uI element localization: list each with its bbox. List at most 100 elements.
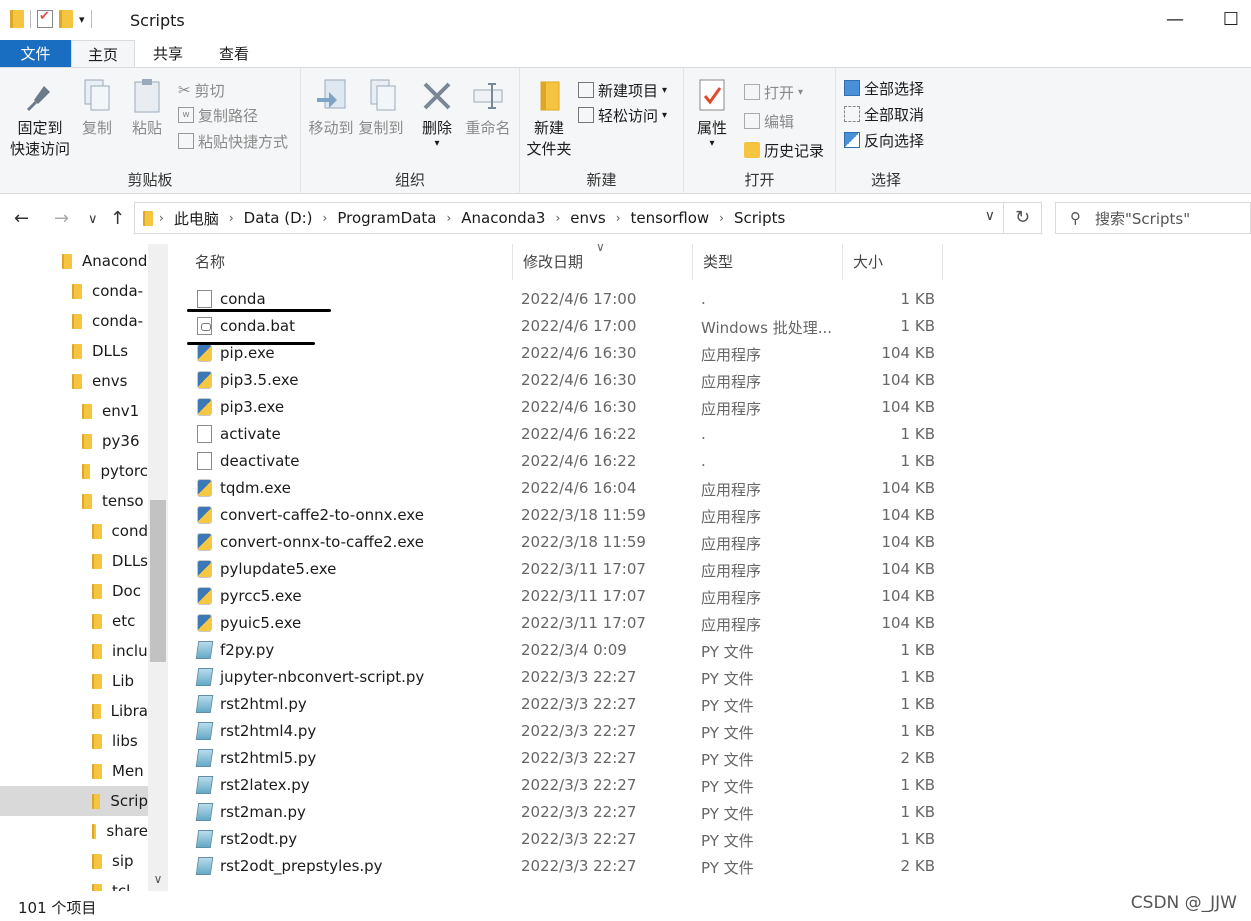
file-row[interactable]: f2py.py 2022/3/4 0:09 PY 文件 1 KB [185, 637, 945, 664]
file-row[interactable]: deactivate 2022/4/6 16:22. 1 KB [185, 448, 945, 475]
file-row[interactable]: convert-caffe2-to-onnx.exe 2022/3/18 11:5… [185, 502, 945, 529]
sidebar-item[interactable]: libs [0, 726, 148, 756]
column-header-type[interactable]: 类型 [693, 244, 843, 280]
pin-quick-access-button[interactable]: 固定到 快速访问 [10, 78, 70, 160]
breadcrumb-drive[interactable]: Data (D:) [240, 209, 317, 227]
forward-arrow-icon[interactable]: → [54, 208, 69, 229]
tab-share[interactable]: 共享 [135, 40, 201, 68]
file-row[interactable]: rst2html5.py 2022/3/3 22:27 PY 文件 2 KB [185, 745, 945, 772]
file-row[interactable]: rst2odt.py 2022/3/3 22:27 PY 文件 1 KB [185, 826, 945, 853]
column-header-size[interactable]: 大小 [843, 244, 943, 280]
rename-button[interactable]: 重命名 [463, 78, 513, 139]
customize-toolbar-chevron-icon[interactable]: ▾ [79, 13, 85, 26]
file-row[interactable]: rst2html4.py 2022/3/3 22:27 PY 文件 1 KB [185, 718, 945, 745]
file-row[interactable]: convert-onnx-to-caffe2.exe 2022/3/18 11:5… [185, 529, 945, 556]
sidebar-item[interactable]: tcl [0, 876, 148, 891]
sidebar-item[interactable]: envs [0, 366, 148, 396]
file-row[interactable]: rst2latex.py 2022/3/3 22:27 PY 文件 1 KB [185, 772, 945, 799]
sidebar-item[interactable]: conda- [0, 306, 148, 336]
properties-quick-icon[interactable] [37, 9, 53, 28]
sidebar-item[interactable]: DLLs [0, 336, 148, 366]
tab-view[interactable]: 查看 [201, 40, 267, 68]
file-row[interactable]: pylupdate5.exe 2022/3/11 17:07 应用程序 104 KB [185, 556, 945, 583]
select-none-button[interactable]: 全部取消 [844, 102, 924, 126]
paste-shortcut-button[interactable]: 粘贴快捷方式 [178, 129, 288, 153]
tab-home[interactable]: 主页 [71, 40, 135, 68]
sidebar-item[interactable]: py36 [0, 426, 148, 456]
breadcrumb-separator-icon[interactable]: › [153, 211, 170, 225]
delete-dropdown-icon[interactable]: ▾ [419, 139, 455, 149]
breadcrumb-anaconda3[interactable]: Anaconda3 [457, 209, 549, 227]
sidebar-item[interactable]: cond [0, 516, 148, 546]
paste-button[interactable]: 粘贴 [128, 78, 166, 139]
search-input[interactable]: ⚲ 搜索"Scripts" [1055, 202, 1251, 234]
copy-path-button[interactable]: w 复制路径 [178, 103, 258, 127]
new-folder-button[interactable]: 新建 文件夹 [526, 78, 572, 160]
sidebar-item[interactable]: Doc [0, 576, 148, 606]
file-row[interactable]: pyuic5.exe 2022/3/11 17:07 应用程序 104 KB [185, 610, 945, 637]
file-row[interactable]: pip3.exe 2022/4/6 16:30 应用程序 104 KB [185, 394, 945, 421]
sidebar-item[interactable]: Anacond [0, 246, 148, 276]
cut-button[interactable]: ✂ 剪切 [178, 78, 225, 102]
sidebar-item[interactable]: Men [0, 756, 148, 786]
tab-file[interactable]: 文件 [0, 40, 71, 68]
breadcrumb-separator-icon[interactable]: › [549, 211, 566, 225]
refresh-icon[interactable]: ↻ [1004, 202, 1042, 234]
file-row[interactable]: activate 2022/4/6 16:22. 1 KB [185, 421, 945, 448]
file-row[interactable]: rst2odt_prepstyles.py 2022/3/3 22:27 PY 文件… [185, 853, 945, 880]
sidebar-item[interactable]: Lib [0, 666, 148, 696]
breadcrumb-envs[interactable]: envs [566, 209, 609, 227]
minimize-button[interactable]: — [1160, 6, 1190, 34]
sidebar-item[interactable]: conda- [0, 276, 148, 306]
breadcrumb-separator-icon[interactable]: › [440, 211, 457, 225]
sidebar-item[interactable]: Scrip [0, 786, 148, 816]
sidebar-item[interactable]: sip [0, 846, 148, 876]
sidebar-item[interactable]: env1 [0, 396, 148, 426]
maximize-button[interactable]: ☐ [1216, 6, 1246, 34]
select-all-button[interactable]: 全部选择 [844, 76, 924, 100]
sidebar-item[interactable]: etc [0, 606, 148, 636]
column-header-name[interactable]: 名称 [185, 244, 513, 280]
sidebar-item[interactable]: tenso [0, 486, 148, 516]
file-row[interactable]: jupyter-nbconvert-script.py 2022/3/3 22:2… [185, 664, 945, 691]
edit-button[interactable]: 编辑 [744, 109, 794, 133]
file-row[interactable]: pip3.5.exe 2022/4/6 16:30 应用程序 104 KB [185, 367, 945, 394]
breadcrumb-tensorflow[interactable]: tensorflow [627, 209, 714, 227]
properties-dropdown-icon[interactable]: ▾ [692, 139, 732, 149]
copy-to-button[interactable]: 复制到 [356, 78, 406, 139]
breadcrumb-scripts[interactable]: Scripts [730, 209, 789, 227]
column-header-date[interactable]: 修改日期 [513, 244, 693, 280]
breadcrumb-separator-icon[interactable]: › [223, 211, 240, 225]
address-bar[interactable]: › 此电脑 › Data (D:) › ProgramData › Anacon… [134, 202, 1004, 234]
file-row[interactable]: rst2man.py 2022/3/3 22:27 PY 文件 1 KB [185, 799, 945, 826]
new-item-button[interactable]: 新建项目 ▾ [578, 78, 667, 102]
invert-selection-button[interactable]: 反向选择 [844, 128, 924, 152]
up-arrow-icon[interactable]: ↑ [110, 208, 125, 229]
recent-locations-chevron-icon[interactable]: ∨ [88, 212, 98, 227]
file-row[interactable]: pyrcc5.exe 2022/3/11 17:07 应用程序 104 KB [185, 583, 945, 610]
sidebar-scrollbar-thumb[interactable] [150, 500, 166, 662]
sidebar-item[interactable]: inclu [0, 636, 148, 666]
back-arrow-icon[interactable]: ← [14, 208, 29, 229]
sidebar-item[interactable]: pytorc [0, 456, 148, 486]
scroll-down-chevron-icon[interactable]: ∨ [148, 872, 168, 886]
sidebar-item[interactable]: DLLs [0, 546, 148, 576]
breadcrumb-separator-icon[interactable]: › [610, 211, 627, 225]
history-button[interactable]: 历史记录 [744, 138, 824, 162]
easy-access-button[interactable]: 轻松访问 ▾ [578, 103, 667, 127]
copy-button[interactable]: 复制 [78, 78, 116, 139]
file-row[interactable]: rst2html.py 2022/3/3 22:27 PY 文件 1 KB [185, 691, 945, 718]
breadcrumb-separator-icon[interactable]: › [317, 211, 334, 225]
breadcrumb-programdata[interactable]: ProgramData [333, 209, 440, 227]
move-to-button[interactable]: 移动到 [306, 78, 356, 139]
breadcrumb-this-pc[interactable]: 此电脑 [170, 208, 223, 229]
breadcrumb-separator-icon[interactable]: › [713, 211, 730, 225]
open-button[interactable]: 打开 ▾ [744, 80, 803, 104]
sidebar-item[interactable]: share [0, 816, 148, 846]
new-folder-quick-icon[interactable] [59, 10, 73, 28]
file-row[interactable]: conda.bat 2022/4/6 17:00 Windows 批处理... 1 K… [185, 313, 945, 340]
address-dropdown-chevron-icon[interactable]: ∨ [985, 208, 995, 224]
sidebar-item[interactable]: Libra [0, 696, 148, 726]
delete-button[interactable]: 删除 ▾ [419, 78, 455, 149]
file-row[interactable]: tqdm.exe 2022/4/6 16:04 应用程序 104 KB [185, 475, 945, 502]
